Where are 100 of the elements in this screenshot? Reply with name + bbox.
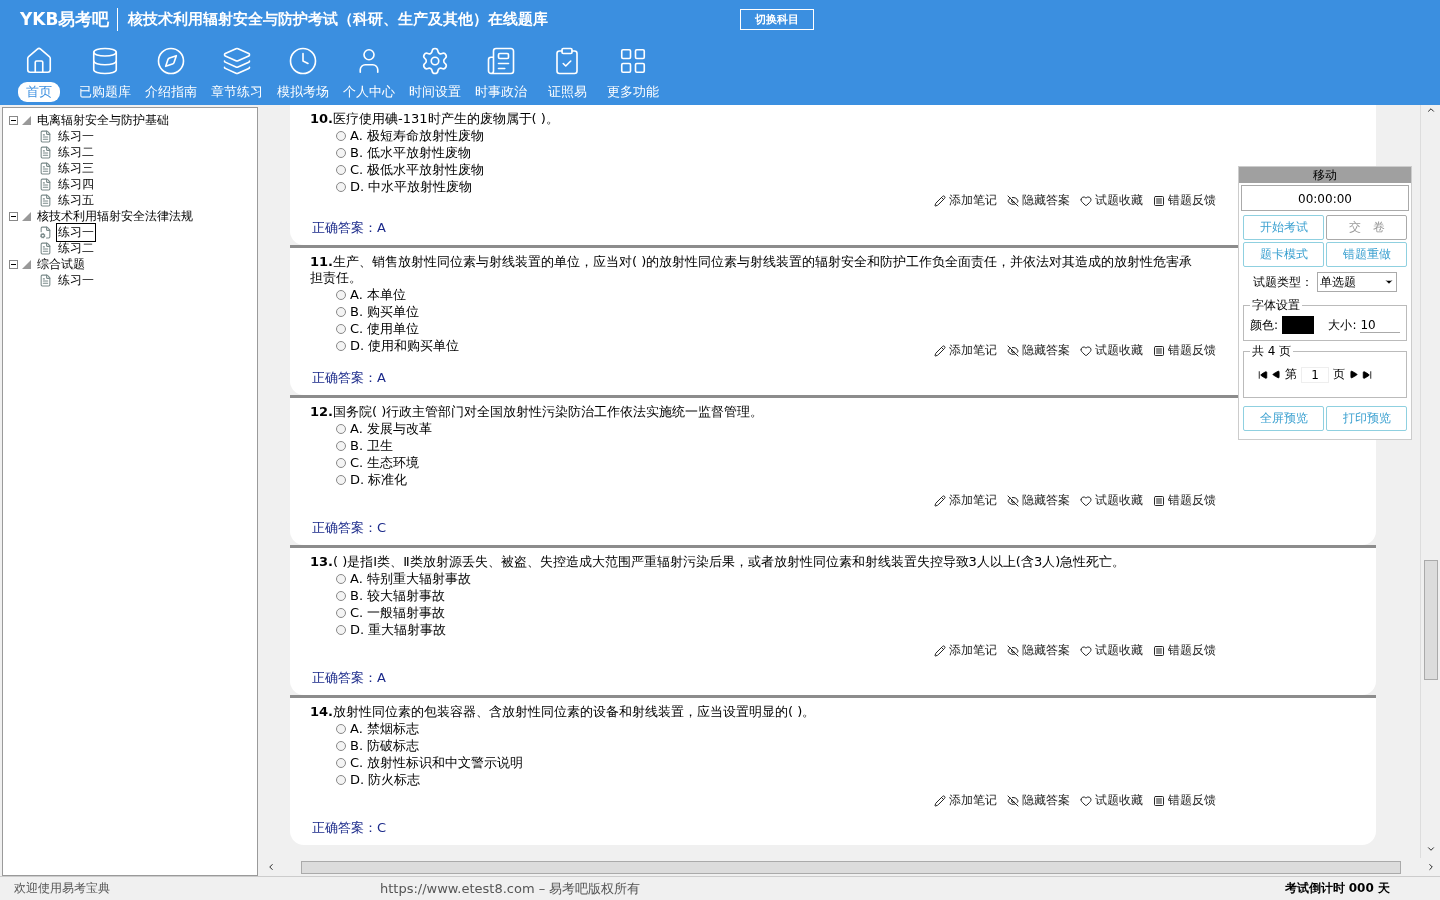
option-text: B. 防破标志	[350, 736, 420, 755]
option-text: D. 重大辐射事故	[350, 620, 447, 639]
action-link[interactable]: 错题反馈	[1153, 642, 1216, 659]
option-text: A. 特别重大辐射事故	[350, 569, 471, 588]
scroll-left-icon[interactable]	[266, 862, 276, 872]
radio-button[interactable]	[336, 164, 346, 175]
option-text: C. 极低水平放射性废物	[350, 160, 485, 179]
list-icon	[1153, 794, 1165, 807]
radio-button[interactable]	[336, 740, 346, 751]
action-link[interactable]: 隐藏答案	[1007, 342, 1070, 359]
radio-button[interactable]	[336, 181, 346, 192]
page-field[interactable]: 1	[1301, 366, 1329, 383]
color-label: 颜色:	[1250, 316, 1279, 334]
scroll-up-icon[interactable]	[1425, 105, 1436, 115]
eye-off-icon	[1007, 794, 1019, 807]
action-link[interactable]: 添加笔记	[934, 492, 997, 509]
action-link[interactable]: 错题反馈	[1153, 192, 1216, 209]
panel-title[interactable]: 移动	[1239, 167, 1411, 183]
radio-button[interactable]	[336, 573, 346, 584]
correct-answer: 正确答案：C	[312, 519, 387, 537]
list-icon	[1153, 644, 1165, 657]
vertical-scrollbar[interactable]	[1420, 105, 1440, 858]
first-page-icon[interactable]	[1258, 369, 1268, 380]
grid-icon[interactable]	[618, 46, 648, 76]
list-icon	[1153, 194, 1165, 207]
option-text: B. 卫生	[350, 436, 394, 455]
action-link[interactable]: 试题收藏	[1080, 342, 1143, 359]
action-link[interactable]: 隐藏答案	[1007, 192, 1070, 209]
tree-item[interactable]: 练习一	[56, 222, 96, 242]
action-link[interactable]: 错题反馈	[1153, 492, 1216, 509]
option-text: B. 较大辐射事故	[350, 586, 446, 605]
radio-button[interactable]	[336, 306, 346, 317]
nav-tab[interactable]: 首页	[18, 82, 60, 102]
action-link[interactable]: 隐藏答案	[1007, 642, 1070, 659]
document-icon	[39, 193, 52, 207]
radio-button[interactable]	[336, 723, 346, 734]
heart-icon	[1080, 194, 1092, 207]
timer-display: 00:00:00	[1241, 185, 1409, 211]
collapse-icon[interactable]	[9, 115, 18, 125]
triangle-icon	[22, 259, 31, 269]
radio-button[interactable]	[336, 774, 346, 785]
option-text: D. 防火标志	[350, 770, 421, 789]
type-select[interactable]: 单选题	[1317, 272, 1397, 292]
action-link[interactable]: 错题反馈	[1153, 792, 1216, 809]
radio-button[interactable]	[336, 757, 346, 768]
action-link[interactable]: 试题收藏	[1080, 642, 1143, 659]
gear-icon[interactable]	[420, 46, 450, 76]
correct-answer: 正确答案：A	[312, 369, 386, 387]
status-copyright: https://www.etest8.com – 易考吧版权所有	[380, 879, 642, 898]
radio-button[interactable]	[336, 130, 346, 141]
radio-button[interactable]	[336, 423, 346, 434]
status-welcome: 欢迎使用易考宝典	[13, 880, 111, 897]
radio-button[interactable]	[336, 289, 346, 300]
action-link[interactable]: 试题收藏	[1080, 192, 1143, 209]
document-icon	[39, 129, 52, 143]
radio-button[interactable]	[336, 340, 346, 351]
group-legend: 字体设置	[1250, 297, 1302, 314]
eye-off-icon	[1007, 344, 1019, 357]
radio-button[interactable]	[336, 323, 346, 334]
action-link[interactable]: 添加笔记	[934, 792, 997, 809]
action-link[interactable]: 隐藏答案	[1007, 492, 1070, 509]
option-text: A. 极短寿命放射性废物	[350, 126, 484, 145]
radio-button[interactable]	[336, 147, 346, 158]
option-text: A. 禁烟标志	[350, 719, 419, 738]
radio-button[interactable]	[336, 624, 346, 635]
color-swatch[interactable]	[1282, 316, 1315, 334]
action-link[interactable]: 添加笔记	[934, 342, 997, 359]
scroll-right-icon[interactable]	[1426, 862, 1436, 872]
dropdown-caret-icon[interactable]	[1384, 277, 1394, 287]
pencil-icon	[934, 494, 946, 507]
layers-icon[interactable]	[222, 46, 252, 76]
correct-answer: 正确答案：C	[312, 819, 387, 837]
radio-button[interactable]	[336, 607, 346, 618]
eye-off-icon	[1007, 194, 1019, 207]
database-icon[interactable]	[90, 46, 120, 76]
compass-icon[interactable]	[156, 46, 186, 76]
last-page-icon[interactable]	[1362, 369, 1372, 380]
scrollbar-thumb[interactable]	[1423, 559, 1438, 680]
action-link[interactable]: 错题反馈	[1153, 342, 1216, 359]
radio-button[interactable]	[336, 590, 346, 601]
action-link[interactable]: 隐藏答案	[1007, 792, 1070, 809]
collapse-icon[interactable]	[9, 259, 18, 269]
action-link[interactable]: 试题收藏	[1080, 792, 1143, 809]
radio-button[interactable]	[336, 457, 346, 468]
size-field[interactable]: 10	[1360, 317, 1400, 333]
next-page-icon[interactable]	[1349, 370, 1358, 379]
previous-page-icon[interactable]	[1272, 370, 1281, 379]
document-icon	[39, 145, 52, 159]
clock-icon[interactable]	[288, 46, 318, 76]
pencil-icon	[934, 344, 946, 357]
action-link[interactable]: 试题收藏	[1080, 492, 1143, 509]
radio-button[interactable]	[336, 474, 346, 485]
newspaper-icon[interactable]	[486, 46, 516, 76]
action-link[interactable]: 添加笔记	[934, 642, 997, 659]
collapse-icon[interactable]	[9, 211, 18, 221]
scroll-down-icon[interactable]	[1425, 844, 1436, 854]
action-link[interactable]: 添加笔记	[934, 192, 997, 209]
home-icon[interactable]	[24, 46, 54, 76]
option-text: A. 发展与改革	[350, 419, 432, 438]
radio-button[interactable]	[336, 440, 346, 451]
